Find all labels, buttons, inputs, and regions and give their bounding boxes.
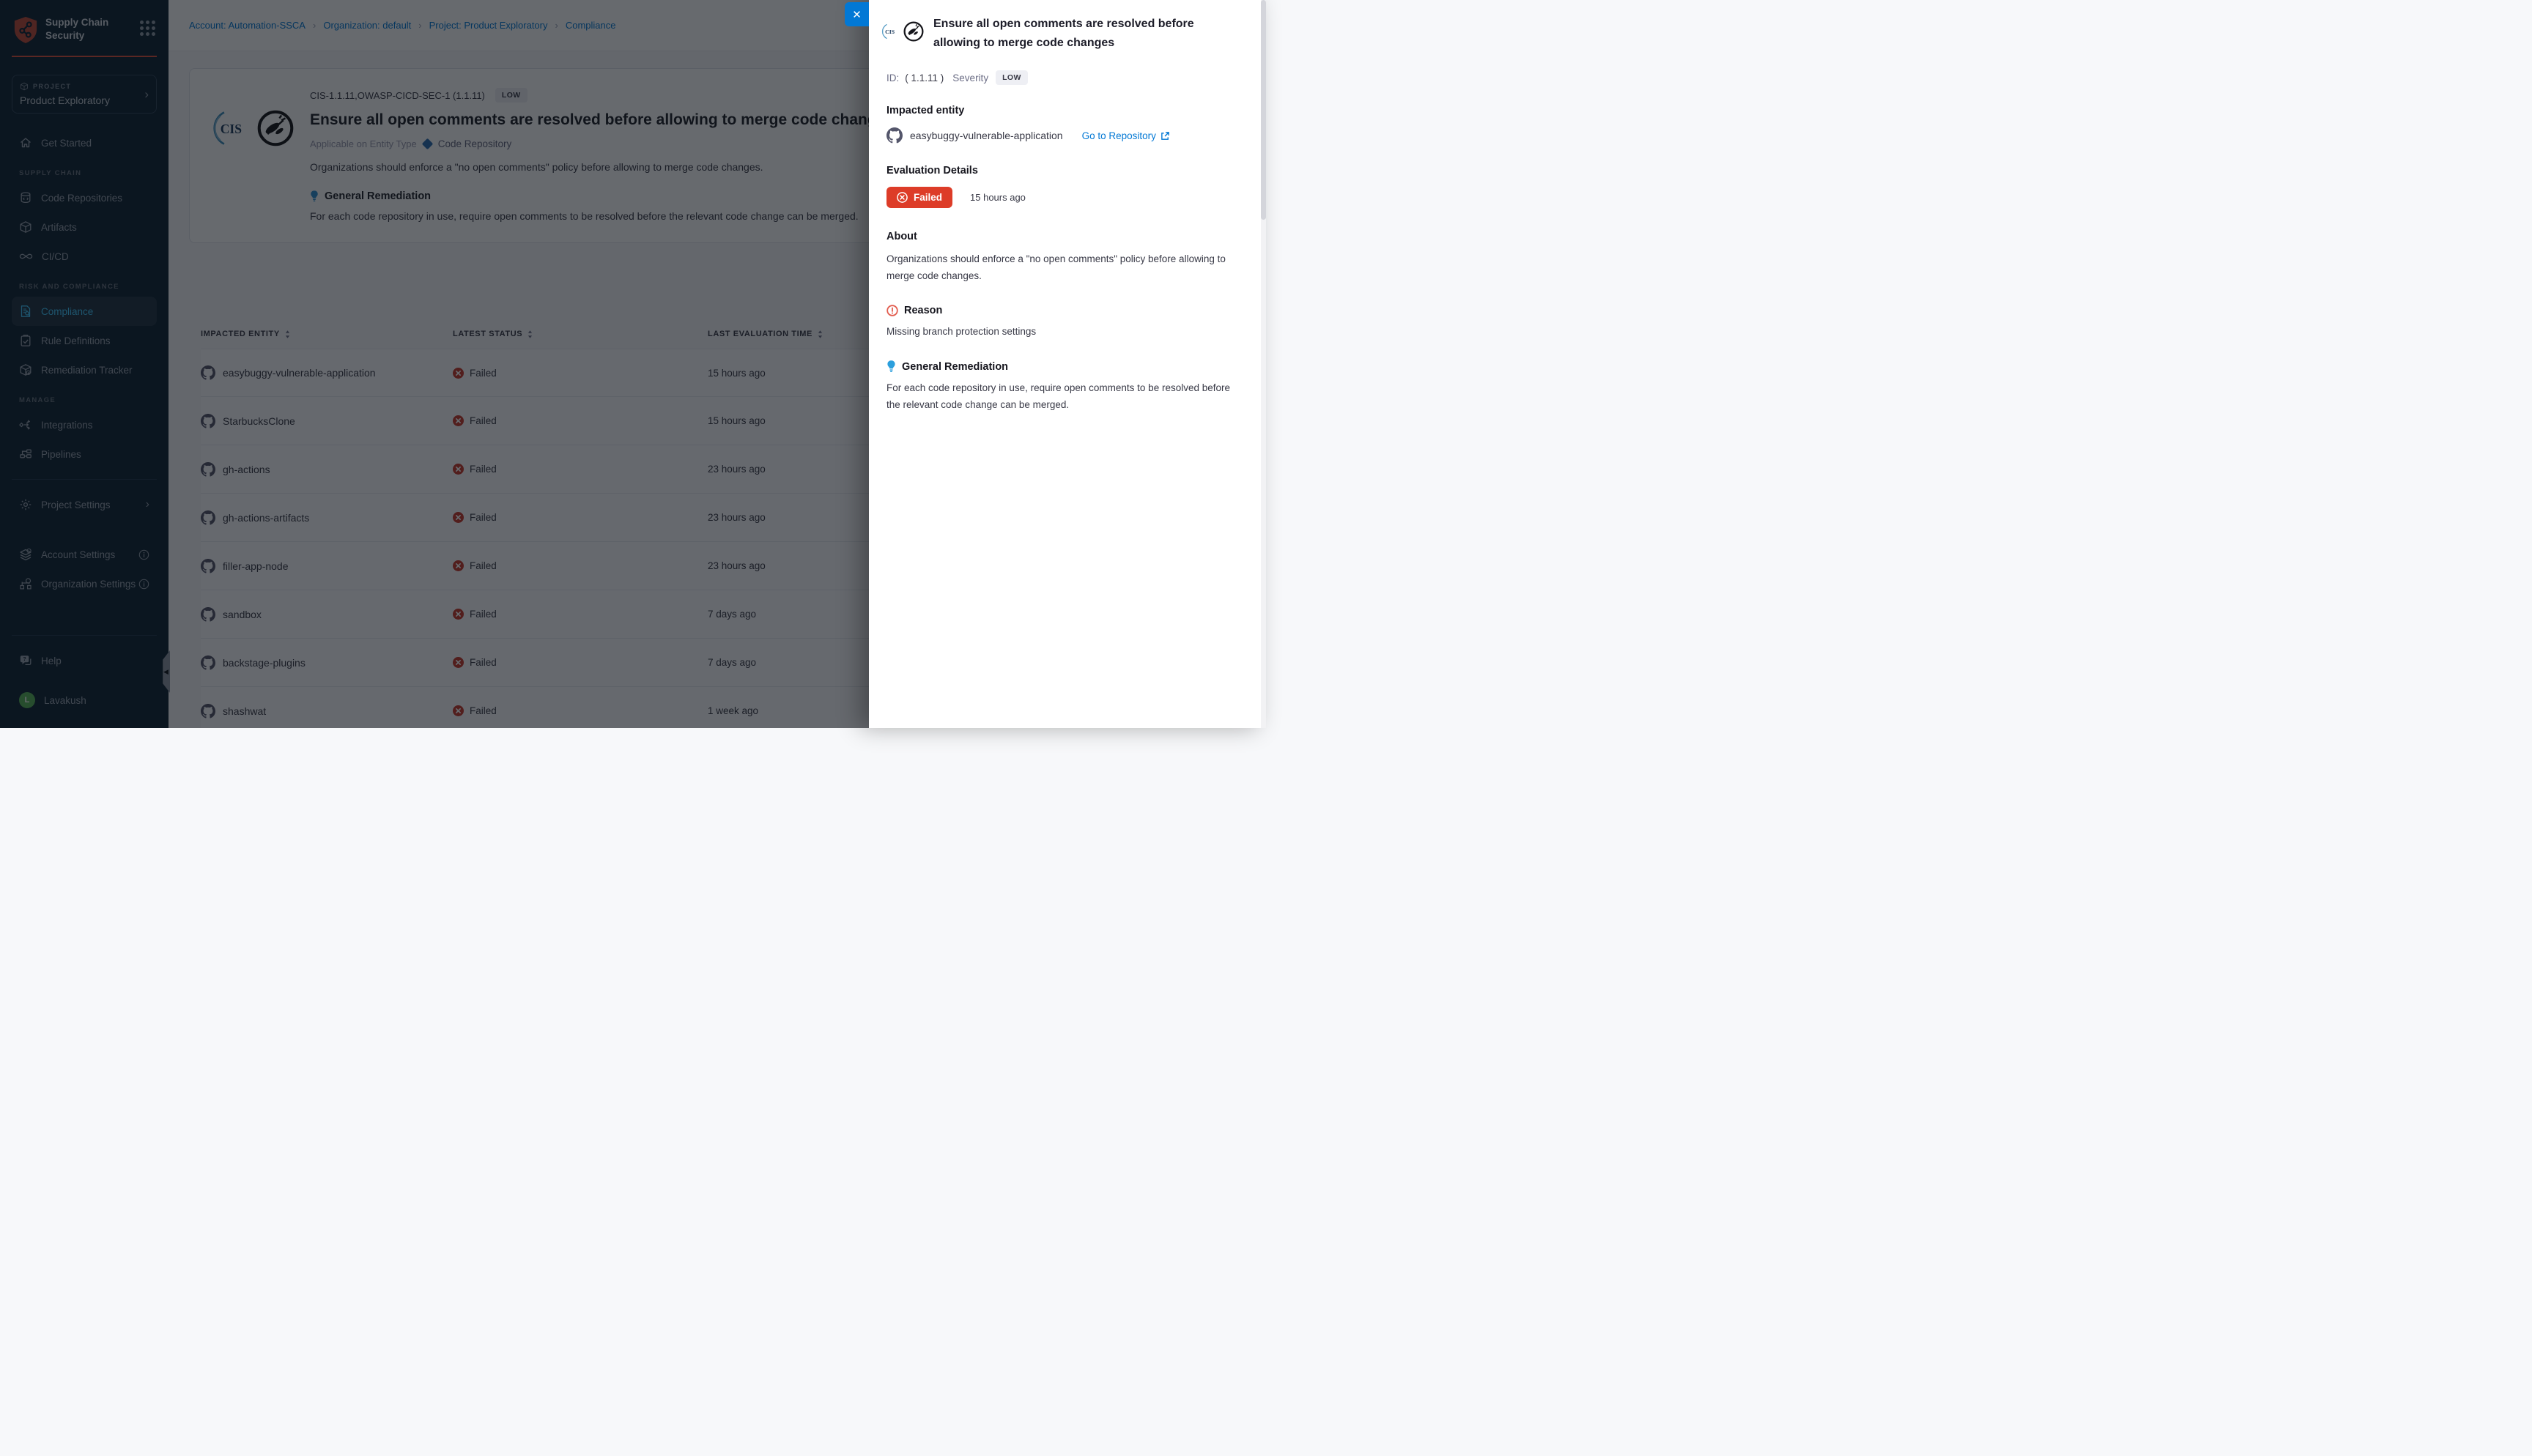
- go-to-repository-link[interactable]: Go to Repository: [1082, 130, 1170, 141]
- id-severity-row: ID: ( 1.1.11 ) Severity LOW: [886, 70, 1240, 85]
- drawer-body: ID: ( 1.1.11 ) Severity LOW Impacted ent…: [869, 70, 1266, 414]
- reason-heading: Reason: [904, 305, 942, 316]
- general-remediation-text: For each code repository in use, require…: [886, 380, 1231, 414]
- scrollbar-thumb[interactable]: [1261, 0, 1266, 220]
- owasp-logo-icon: [903, 21, 925, 42]
- github-icon: [886, 127, 903, 144]
- x-circle-icon: [897, 192, 908, 203]
- status-label: Failed: [914, 192, 942, 203]
- evaluation-row: Failed 15 hours ago: [886, 187, 1240, 208]
- reason-text: Missing branch protection settings: [886, 324, 1231, 341]
- close-button[interactable]: ✕: [845, 2, 869, 26]
- about-text: Organizations should enforce a "no open …: [886, 251, 1231, 285]
- rule-details-drawer: ✕ Ensure all open comments are resolved …: [869, 0, 1266, 728]
- evaluation-details-heading: Evaluation Details: [886, 165, 1240, 177]
- cis-logo-icon: [881, 23, 898, 40]
- impacted-entity-heading: Impacted entity: [886, 105, 1240, 116]
- evaluation-time: 15 hours ago: [970, 192, 1026, 203]
- scrollbar[interactable]: [1261, 0, 1266, 728]
- entity-name: easybuggy-vulnerable-application: [910, 130, 1063, 141]
- link-label: Go to Repository: [1082, 130, 1156, 141]
- impacted-entity-row: easybuggy-vulnerable-application Go to R…: [886, 127, 1240, 144]
- general-remediation-heading: General Remediation: [902, 361, 1008, 373]
- drawer-title: Ensure all open comments are resolved be…: [933, 15, 1237, 52]
- status-badge-failed: Failed: [886, 187, 952, 208]
- about-heading: About: [886, 231, 1240, 242]
- lightbulb-icon: [886, 360, 896, 373]
- severity-label: Severity: [952, 73, 988, 83]
- id-label: ID:: [886, 73, 899, 83]
- alert-circle-icon: [886, 305, 898, 316]
- drawer-header: Ensure all open comments are resolved be…: [869, 0, 1266, 52]
- severity-badge: LOW: [996, 70, 1028, 85]
- external-link-icon: [1160, 131, 1170, 141]
- id-value: ( 1.1.11 ): [905, 73, 944, 83]
